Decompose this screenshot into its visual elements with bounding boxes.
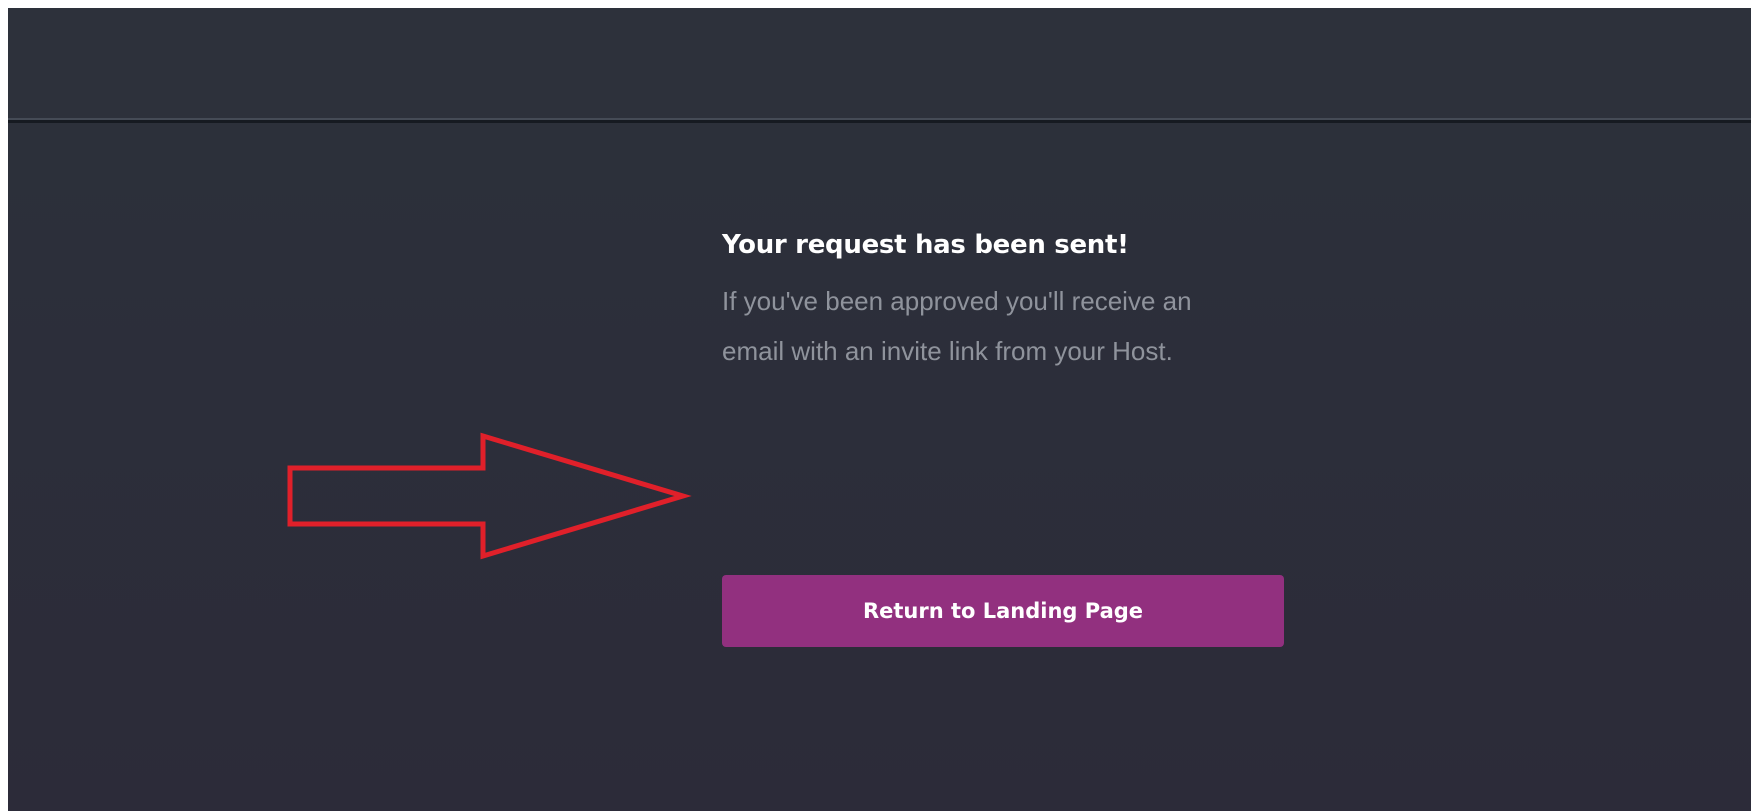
confirmation-panel: Your request has been sent! If you've be… — [722, 228, 1287, 647]
main-content: Your request has been sent! If you've be… — [8, 123, 1751, 811]
return-to-landing-page-button[interactable]: Return to Landing Page — [722, 575, 1284, 647]
top-bar — [8, 8, 1751, 118]
confirmation-heading: Your request has been sent! — [722, 230, 1129, 260]
confirmation-message: If you've been approved you'll receive a… — [722, 286, 1192, 366]
app-window: Your request has been sent! If you've be… — [8, 8, 1751, 811]
